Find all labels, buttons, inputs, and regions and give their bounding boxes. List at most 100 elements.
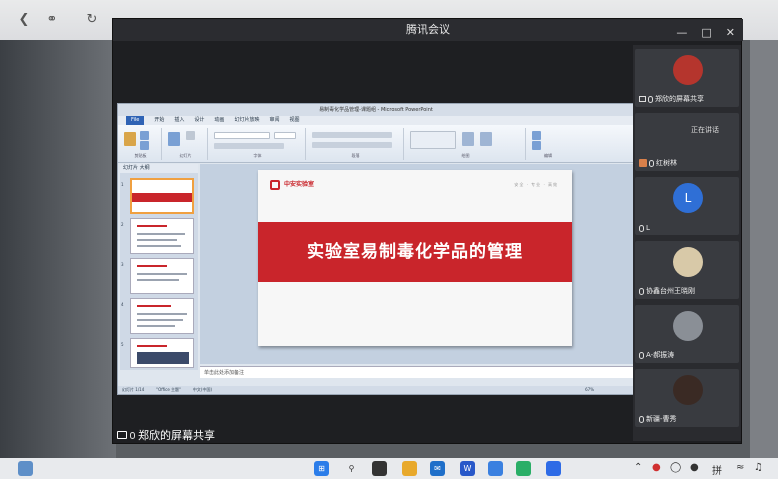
shapes-gallery[interactable]: [410, 131, 456, 149]
paste-icon[interactable]: [124, 132, 136, 146]
avatar: [673, 247, 703, 277]
volume-icon[interactable]: ♫: [754, 462, 763, 473]
slide-title[interactable]: 实验室易制毒化学品的管理: [258, 222, 572, 282]
slide-thumbnail[interactable]: [130, 178, 194, 214]
slide-editing-area[interactable]: 中安实验室 安全 · 专业 · 高效 实验室易制毒化学品的管理: [200, 164, 634, 364]
find-icon[interactable]: [532, 131, 541, 140]
ppt-tab-slideshow[interactable]: 幻灯片放映: [234, 116, 259, 125]
mail-icon[interactable]: ✉: [430, 461, 445, 476]
background-page-right: [750, 40, 778, 458]
back-icon[interactable]: ❮: [16, 12, 32, 28]
slide-logo-text: 中安实验室: [284, 181, 315, 188]
tray-app-icon[interactable]: ●: [690, 462, 699, 473]
antivirus-icon[interactable]: ●: [652, 462, 661, 473]
close-button[interactable]: ✕: [726, 22, 735, 44]
wps-icon[interactable]: W: [460, 461, 475, 476]
ribbon-group-font: 字体: [210, 128, 306, 160]
font-format-icons[interactable]: [214, 143, 284, 149]
participant-name: L: [646, 224, 650, 232]
ppt-tab-insert[interactable]: 插入: [174, 116, 184, 125]
wechat-icon[interactable]: [516, 461, 531, 476]
paragraph-icons[interactable]: [312, 132, 392, 138]
participant-tile[interactable]: A-郝振涛: [635, 305, 739, 363]
microphone-icon: [639, 351, 644, 359]
ppt-tab-review[interactable]: 审阅: [269, 116, 279, 125]
thumbnail-tabs[interactable]: 幻灯片 大纲: [120, 164, 198, 173]
ppt-status-bar: 幻灯片 1/14 "Office 主题" 中文(中国) 67%: [118, 386, 634, 394]
file-explorer-icon[interactable]: [402, 461, 417, 476]
participant-tile[interactable]: 协鑫台州王晓刚: [635, 241, 739, 299]
notes-pane[interactable]: 单击此处添加备注: [200, 366, 634, 378]
ppt-ribbon: 剪贴板 幻灯片 字体 段落 绘图 编辑: [118, 125, 634, 163]
search-icon[interactable]: ⚲: [344, 461, 359, 476]
speaking-status: 正在讲话: [691, 126, 719, 134]
screen-share-label: 郑欣的屏幕共享: [117, 427, 215, 443]
background-page: [0, 40, 116, 458]
avatar: [673, 311, 703, 341]
participant-tile[interactable]: 郑欣的屏幕共享: [635, 49, 739, 107]
ppt-title-bar: 易制毒化学品管理-课题组 - Microsoft PowerPoint: [118, 104, 634, 116]
participant-tile[interactable]: 正在讲话 红树林: [635, 113, 739, 171]
meeting-title-bar: 腾讯会议 — □ ✕: [113, 19, 743, 41]
arrange-icon[interactable]: [462, 132, 474, 146]
zoom-level[interactable]: 67%: [585, 386, 594, 394]
ppt-tab-animation[interactable]: 动画: [214, 116, 224, 125]
user-icon: [639, 159, 647, 167]
ribbon-group-editing: 编辑: [528, 128, 568, 160]
wifi-icon[interactable]: ≈: [736, 462, 744, 473]
layout-icon[interactable]: [186, 131, 195, 140]
microphone-icon: [639, 287, 644, 295]
ppt-tab-design[interactable]: 设计: [194, 116, 204, 125]
widgets-icon[interactable]: [18, 461, 33, 476]
slide-tagline: 安全 · 专业 · 高效: [514, 182, 558, 187]
replace-icon[interactable]: [532, 141, 541, 150]
minimize-button[interactable]: —: [676, 22, 687, 44]
slide-title-banner: 实验室易制毒化学品的管理: [258, 222, 572, 282]
start-icon[interactable]: ⊞: [314, 461, 329, 476]
participant-tile[interactable]: 新疆-曹秀: [635, 369, 739, 427]
microphone-tray-icon[interactable]: ◯: [670, 462, 681, 473]
language: 中文(中国): [192, 387, 213, 392]
slide-thumbnail[interactable]: [130, 218, 194, 254]
font-name-select[interactable]: [214, 132, 270, 139]
copy-icon[interactable]: [140, 141, 149, 150]
font-size-select[interactable]: [274, 132, 296, 139]
current-slide[interactable]: 中安实验室 安全 · 专业 · 高效 实验室易制毒化学品的管理: [258, 170, 572, 346]
alignment-icons[interactable]: [312, 142, 392, 148]
microphone-icon: [130, 431, 135, 439]
ppt-tab-view[interactable]: 视图: [289, 116, 299, 125]
shared-screen-powerpoint: 易制毒化学品管理-课题组 - Microsoft PowerPoint File…: [117, 103, 635, 395]
slide-thumbnail[interactable]: [130, 298, 194, 334]
new-slide-icon[interactable]: [168, 132, 180, 146]
maximize-button[interactable]: □: [701, 22, 711, 44]
participant-tile[interactable]: L L: [635, 177, 739, 235]
theme-name: "Office 主题": [156, 387, 181, 392]
avatar: [673, 55, 703, 85]
meeting-window: 腾讯会议 — □ ✕ 易制毒化学品管理-课题组 - Microsoft Powe…: [112, 18, 743, 444]
ppt-ribbon-tabs: File 开始 插入 设计 动画 幻灯片放映 审阅 视图: [118, 116, 634, 125]
ime-icon[interactable]: 拼: [712, 462, 722, 477]
microphone-icon: [648, 95, 653, 103]
monitor-icon: [117, 431, 127, 439]
feishu-icon[interactable]: [488, 461, 503, 476]
link-icon[interactable]: ⚭: [44, 12, 60, 28]
slide-thumbnail[interactable]: [130, 338, 194, 368]
task-view-icon[interactable]: [372, 461, 387, 476]
ppt-tab-file[interactable]: File: [126, 116, 145, 125]
monitor-icon: [639, 96, 646, 102]
windows-taskbar: ⊞ ⚲ ✉ W ⌃ ● ◯ ● 拼 ≈ ♫: [0, 458, 778, 479]
tencent-meeting-icon[interactable]: [546, 461, 561, 476]
participants-panel: 郑欣的屏幕共享 正在讲话 红树林 L L 协鑫台州王晓刚 A-郝振涛 新疆-曹秀: [633, 45, 741, 441]
microphone-icon: [649, 159, 654, 167]
ppt-tab-home[interactable]: 开始: [154, 116, 164, 125]
microphone-icon: [639, 224, 644, 232]
cut-icon[interactable]: [140, 131, 149, 140]
slide-thumbnail-pane[interactable]: 幻灯片 大纲 1 2 3 4 5: [120, 164, 198, 370]
avatar: L: [673, 183, 703, 213]
slide-thumbnail[interactable]: [130, 258, 194, 294]
refresh-icon[interactable]: ↻: [84, 12, 100, 28]
meeting-title: 腾讯会议: [406, 23, 450, 36]
quick-styles-icon[interactable]: [480, 132, 492, 146]
microphone-icon: [639, 415, 644, 423]
chevron-up-icon[interactable]: ⌃: [634, 462, 642, 473]
